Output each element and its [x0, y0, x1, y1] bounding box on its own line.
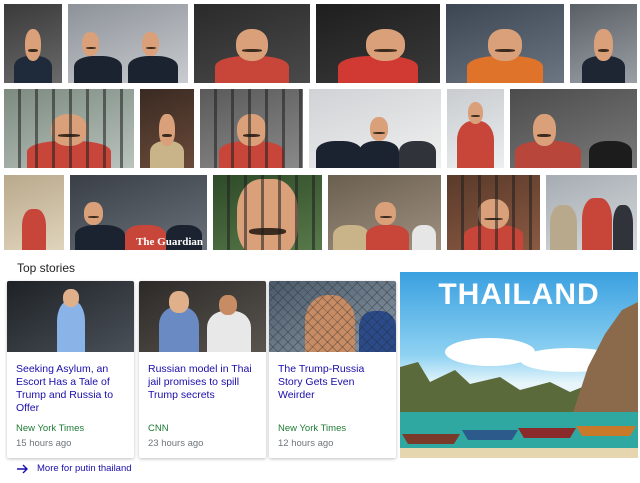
image-result[interactable]	[447, 175, 540, 250]
boat	[402, 434, 460, 444]
image-result[interactable]	[194, 4, 310, 83]
image-result[interactable]	[4, 175, 64, 250]
image-result[interactable]	[510, 89, 637, 168]
image-result[interactable]	[316, 4, 440, 83]
news-thumbnail[interactable]	[7, 281, 134, 352]
boat	[518, 428, 576, 438]
beach	[400, 448, 638, 458]
image-result[interactable]: The Guardian	[70, 175, 207, 250]
image-result[interactable]	[4, 4, 62, 83]
news-source: CNN	[148, 423, 169, 434]
image-result[interactable]	[309, 89, 441, 168]
image-result[interactable]	[200, 89, 303, 168]
image-result[interactable]	[546, 175, 637, 250]
news-source: New York Times	[278, 423, 347, 434]
boat	[462, 430, 518, 440]
boat	[576, 426, 636, 436]
more-results-link[interactable]: More for putin thailand	[17, 463, 132, 474]
image-result[interactable]	[570, 4, 637, 83]
news-card[interactable]: The Trump-Russia Story Gets Even Weirder…	[269, 281, 396, 458]
thailand-landscape	[400, 302, 638, 458]
image-result[interactable]	[68, 4, 188, 83]
more-results-label[interactable]: More for putin thailand	[37, 463, 132, 474]
news-time: 12 hours ago	[278, 438, 334, 449]
news-thumbnail[interactable]	[269, 281, 396, 352]
news-thumbnail[interactable]	[139, 281, 266, 352]
image-result[interactable]	[4, 89, 134, 168]
news-time: 23 hours ago	[148, 438, 204, 449]
top-stories-title: Top stories	[17, 261, 76, 275]
image-result[interactable]	[447, 89, 504, 168]
image-result[interactable]	[446, 4, 564, 83]
news-time: 15 hours ago	[16, 438, 72, 449]
image-result[interactable]	[328, 175, 441, 250]
news-card[interactable]: Russian model in Thai jail promises to s…	[139, 281, 266, 458]
news-headline[interactable]: Russian model in Thai jail promises to s…	[148, 363, 258, 402]
news-card[interactable]: Seeking Asylum, an Escort Has a Tale of …	[7, 281, 134, 458]
thailand-image[interactable]: THAILAND	[400, 272, 638, 458]
news-headline[interactable]: Seeking Asylum, an Escort Has a Tale of …	[16, 363, 126, 415]
arrow-right-icon	[17, 464, 28, 473]
news-source: New York Times	[16, 423, 85, 434]
image-result[interactable]	[213, 175, 322, 250]
news-headline[interactable]: The Trump-Russia Story Gets Even Weirder	[278, 363, 388, 402]
guardian-logo: The Guardian	[136, 236, 203, 248]
image-result[interactable]	[140, 89, 194, 168]
